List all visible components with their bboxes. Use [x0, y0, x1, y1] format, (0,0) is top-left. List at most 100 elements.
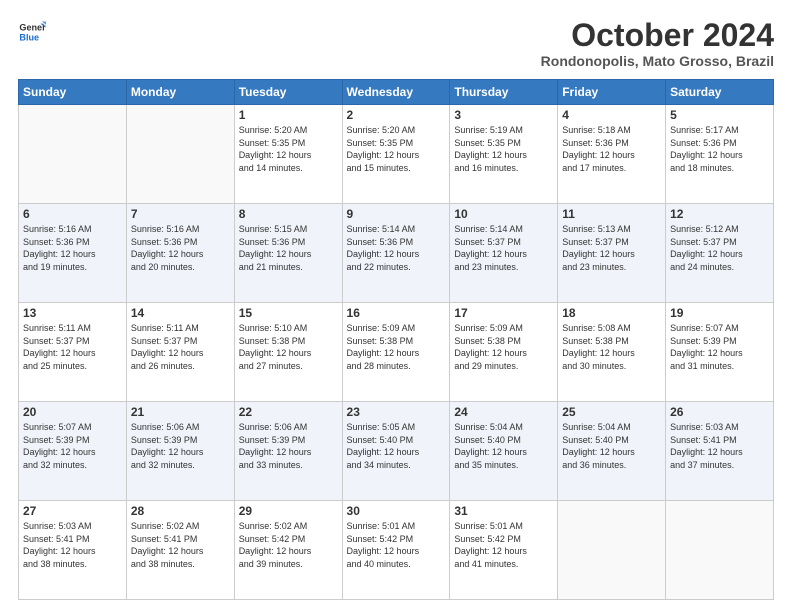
weekday-header-thursday: Thursday [450, 80, 558, 105]
day-info: Sunrise: 5:13 AM Sunset: 5:37 PM Dayligh… [562, 223, 661, 273]
calendar-week-row: 13 Sunrise: 5:11 AM Sunset: 5:37 PM Dayli… [19, 303, 774, 402]
day-info: Sunrise: 5:04 AM Sunset: 5:40 PM Dayligh… [562, 421, 661, 471]
day-info: Sunrise: 5:11 AM Sunset: 5:37 PM Dayligh… [23, 322, 122, 372]
day-info: Sunrise: 5:04 AM Sunset: 5:40 PM Dayligh… [454, 421, 553, 471]
day-info: Sunrise: 5:06 AM Sunset: 5:39 PM Dayligh… [239, 421, 338, 471]
day-info: Sunrise: 5:16 AM Sunset: 5:36 PM Dayligh… [131, 223, 230, 273]
day-number: 5 [670, 108, 769, 122]
day-number: 12 [670, 207, 769, 221]
calendar-cell [126, 105, 234, 204]
calendar-cell: 25 Sunrise: 5:04 AM Sunset: 5:40 PM Dayli… [558, 402, 666, 501]
calendar-cell: 7Sunrise: 5:16 AM Sunset: 5:36 PM Daylig… [126, 204, 234, 303]
calendar-cell: 22 Sunrise: 5:06 AM Sunset: 5:39 PM Dayli… [234, 402, 342, 501]
calendar-cell [19, 105, 127, 204]
day-info: Sunrise: 5:09 AM Sunset: 5:38 PM Dayligh… [454, 322, 553, 372]
day-number: 10 [454, 207, 553, 221]
calendar-cell: 24Sunrise: 5:04 AM Sunset: 5:40 PM Dayli… [450, 402, 558, 501]
day-info: Sunrise: 5:20 AM Sunset: 5:35 PM Dayligh… [347, 124, 446, 174]
day-number: 30 [347, 504, 446, 518]
calendar-cell: 13 Sunrise: 5:11 AM Sunset: 5:37 PM Dayli… [19, 303, 127, 402]
day-info: Sunrise: 5:14 AM Sunset: 5:36 PM Dayligh… [347, 223, 446, 273]
calendar-table: SundayMondayTuesdayWednesdayThursdayFrid… [18, 79, 774, 600]
day-number: 18 [562, 306, 661, 320]
location: Rondonopolis, Mato Grosso, Brazil [541, 53, 774, 69]
day-number: 27 [23, 504, 122, 518]
calendar-cell: 15Sunrise: 5:10 AM Sunset: 5:38 PM Dayli… [234, 303, 342, 402]
calendar-cell: 29 Sunrise: 5:02 AM Sunset: 5:42 PM Dayli… [234, 501, 342, 600]
calendar-cell: 17 Sunrise: 5:09 AM Sunset: 5:38 PM Dayli… [450, 303, 558, 402]
day-info: Sunrise: 5:12 AM Sunset: 5:37 PM Dayligh… [670, 223, 769, 273]
logo: General Blue [18, 18, 46, 46]
day-info: Sunrise: 5:16 AM Sunset: 5:36 PM Dayligh… [23, 223, 122, 273]
day-info: Sunrise: 5:07 AM Sunset: 5:39 PM Dayligh… [23, 421, 122, 471]
calendar-week-row: 27 Sunrise: 5:03 AM Sunset: 5:41 PM Dayli… [19, 501, 774, 600]
calendar-cell: 4Sunrise: 5:18 AM Sunset: 5:36 PM Daylig… [558, 105, 666, 204]
calendar-cell: 8 Sunrise: 5:15 AM Sunset: 5:36 PM Daylig… [234, 204, 342, 303]
calendar-week-row: 6 Sunrise: 5:16 AM Sunset: 5:36 PM Daylig… [19, 204, 774, 303]
day-number: 8 [239, 207, 338, 221]
day-info: Sunrise: 5:05 AM Sunset: 5:40 PM Dayligh… [347, 421, 446, 471]
page: General Blue October 2024 Rondonopolis, … [0, 0, 792, 612]
day-number: 31 [454, 504, 553, 518]
title-block: October 2024 Rondonopolis, Mato Grosso, … [541, 18, 774, 69]
day-number: 23 [347, 405, 446, 419]
day-info: Sunrise: 5:15 AM Sunset: 5:36 PM Dayligh… [239, 223, 338, 273]
day-number: 19 [670, 306, 769, 320]
day-info: Sunrise: 5:03 AM Sunset: 5:41 PM Dayligh… [670, 421, 769, 471]
weekday-header-monday: Monday [126, 80, 234, 105]
calendar-cell: 6 Sunrise: 5:16 AM Sunset: 5:36 PM Daylig… [19, 204, 127, 303]
day-number: 21 [131, 405, 230, 419]
day-number: 6 [23, 207, 122, 221]
day-info: Sunrise: 5:03 AM Sunset: 5:41 PM Dayligh… [23, 520, 122, 570]
calendar-cell: 11Sunrise: 5:13 AM Sunset: 5:37 PM Dayli… [558, 204, 666, 303]
day-number: 1 [239, 108, 338, 122]
calendar-cell: 12 Sunrise: 5:12 AM Sunset: 5:37 PM Dayli… [666, 204, 774, 303]
logo-icon: General Blue [18, 18, 46, 46]
calendar-week-row: 20Sunrise: 5:07 AM Sunset: 5:39 PM Dayli… [19, 402, 774, 501]
day-info: Sunrise: 5:02 AM Sunset: 5:42 PM Dayligh… [239, 520, 338, 570]
calendar-cell: 14 Sunrise: 5:11 AM Sunset: 5:37 PM Dayli… [126, 303, 234, 402]
svg-text:Blue: Blue [19, 32, 39, 42]
day-info: Sunrise: 5:14 AM Sunset: 5:37 PM Dayligh… [454, 223, 553, 273]
day-number: 29 [239, 504, 338, 518]
day-number: 17 [454, 306, 553, 320]
day-number: 9 [347, 207, 446, 221]
calendar-cell: 3Sunrise: 5:19 AM Sunset: 5:35 PM Daylig… [450, 105, 558, 204]
calendar-cell: 1 Sunrise: 5:20 AM Sunset: 5:35 PM Daylig… [234, 105, 342, 204]
calendar-cell [666, 501, 774, 600]
calendar-cell: 2 Sunrise: 5:20 AM Sunset: 5:35 PM Daylig… [342, 105, 450, 204]
header: General Blue October 2024 Rondonopolis, … [18, 18, 774, 69]
day-info: Sunrise: 5:07 AM Sunset: 5:39 PM Dayligh… [670, 322, 769, 372]
calendar-cell: 20Sunrise: 5:07 AM Sunset: 5:39 PM Dayli… [19, 402, 127, 501]
month-title: October 2024 [541, 18, 774, 53]
day-number: 25 [562, 405, 661, 419]
day-number: 15 [239, 306, 338, 320]
day-number: 14 [131, 306, 230, 320]
calendar-cell: 10 Sunrise: 5:14 AM Sunset: 5:37 PM Dayli… [450, 204, 558, 303]
day-info: Sunrise: 5:11 AM Sunset: 5:37 PM Dayligh… [131, 322, 230, 372]
calendar-cell: 19 Sunrise: 5:07 AM Sunset: 5:39 PM Dayli… [666, 303, 774, 402]
day-number: 13 [23, 306, 122, 320]
calendar-week-row: 1 Sunrise: 5:20 AM Sunset: 5:35 PM Daylig… [19, 105, 774, 204]
calendar-cell: 30 Sunrise: 5:01 AM Sunset: 5:42 PM Dayli… [342, 501, 450, 600]
day-info: Sunrise: 5:01 AM Sunset: 5:42 PM Dayligh… [347, 520, 446, 570]
calendar-cell: 9 Sunrise: 5:14 AM Sunset: 5:36 PM Daylig… [342, 204, 450, 303]
day-number: 16 [347, 306, 446, 320]
calendar-cell: 21Sunrise: 5:06 AM Sunset: 5:39 PM Dayli… [126, 402, 234, 501]
calendar-cell: 28Sunrise: 5:02 AM Sunset: 5:41 PM Dayli… [126, 501, 234, 600]
day-info: Sunrise: 5:20 AM Sunset: 5:35 PM Dayligh… [239, 124, 338, 174]
day-number: 2 [347, 108, 446, 122]
calendar-cell: 16Sunrise: 5:09 AM Sunset: 5:38 PM Dayli… [342, 303, 450, 402]
calendar-cell: 18Sunrise: 5:08 AM Sunset: 5:38 PM Dayli… [558, 303, 666, 402]
calendar-cell: 5Sunrise: 5:17 AM Sunset: 5:36 PM Daylig… [666, 105, 774, 204]
calendar-header-row: SundayMondayTuesdayWednesdayThursdayFrid… [19, 80, 774, 105]
weekday-header-sunday: Sunday [19, 80, 127, 105]
day-number: 26 [670, 405, 769, 419]
weekday-header-friday: Friday [558, 80, 666, 105]
day-number: 28 [131, 504, 230, 518]
day-info: Sunrise: 5:01 AM Sunset: 5:42 PM Dayligh… [454, 520, 553, 570]
calendar-body: 1 Sunrise: 5:20 AM Sunset: 5:35 PM Daylig… [19, 105, 774, 600]
weekday-header-wednesday: Wednesday [342, 80, 450, 105]
calendar-cell: 23 Sunrise: 5:05 AM Sunset: 5:40 PM Dayli… [342, 402, 450, 501]
day-number: 22 [239, 405, 338, 419]
